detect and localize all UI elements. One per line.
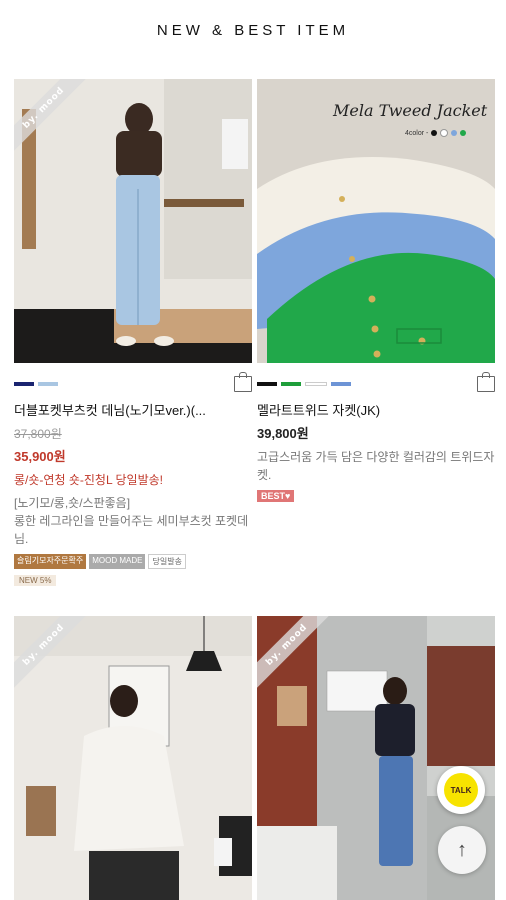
swatch-green [281, 382, 301, 386]
product-description: 고급스러움 가득 담은 다양한 컬러감의 트위드자켓. [257, 450, 495, 482]
product-name[interactable]: 멜라트트위드 자켓(JK) [257, 400, 495, 419]
swatch-navy [14, 382, 34, 386]
shopping-bag-icon[interactable] [477, 372, 495, 392]
product-description: [노기모/롱,숏/스판좋음] 롱한 레그라인을 만들어주는 세미부츠컷 포켓데님… [14, 496, 249, 546]
product-card[interactable]: by. mood 더블포켓부츠컷 데님(노기모ver.)(... 37,800원… [14, 79, 252, 588]
section-title: NEW & BEST ITEM [156, 21, 350, 39]
image-subtitle: 4color - [405, 129, 429, 137]
scroll-to-top-button[interactable]: ↑ [438, 826, 486, 874]
swatch-blue [331, 382, 351, 386]
dot [431, 130, 438, 136]
promo-text: 롱/숏-연청 숏-진청L 당일발송! [14, 473, 163, 487]
talk-icon: TALK [444, 773, 478, 807]
image-color-dots: 4color - [405, 129, 467, 137]
white-knit-photo [14, 616, 252, 900]
badge: 당일발송 [148, 554, 186, 569]
swatch-lightblue [38, 382, 58, 386]
image-title: Mela Tweed Jacket [333, 101, 488, 120]
dot [460, 130, 467, 136]
product-image[interactable]: by. mood [14, 79, 252, 363]
badge: MOOD MADE [89, 554, 146, 569]
shopping-bag-icon[interactable] [234, 372, 252, 392]
product-name[interactable]: 더블포켓부츠컷 데님(노기모ver.)(... [14, 400, 252, 419]
product-image[interactable]: Mela Tweed Jacket 4color - [257, 79, 495, 363]
dot [451, 130, 458, 136]
swatch-black [257, 382, 277, 386]
product-card[interactable]: by. mood [14, 616, 252, 900]
price: 39,800원 [257, 426, 309, 441]
product-card[interactable]: Mela Tweed Jacket 4color - 멜라트트위드 자켓(JK)… [257, 79, 495, 504]
color-swatches [257, 372, 495, 392]
denim-photo [14, 79, 252, 363]
color-swatches [14, 372, 252, 392]
badge: 슬림기모자주문확주 [14, 554, 87, 569]
tweed-jacket-photo [257, 79, 495, 363]
badge-row: 슬림기모자주문확주 MOOD MADE 당일발송 [14, 554, 252, 569]
section-header: NEW & BEST ITEM [0, 0, 506, 60]
product-image[interactable]: by. mood [14, 616, 252, 900]
best-badge: BEST♥ [257, 490, 295, 502]
new-badge: NEW 5% [14, 575, 57, 586]
original-price: 37,800원 [14, 427, 62, 441]
dot [440, 129, 449, 137]
sale-price: 35,900원 [14, 449, 66, 464]
swatch-white [305, 382, 327, 386]
kakaotalk-chat-button[interactable]: TALK [437, 766, 485, 814]
